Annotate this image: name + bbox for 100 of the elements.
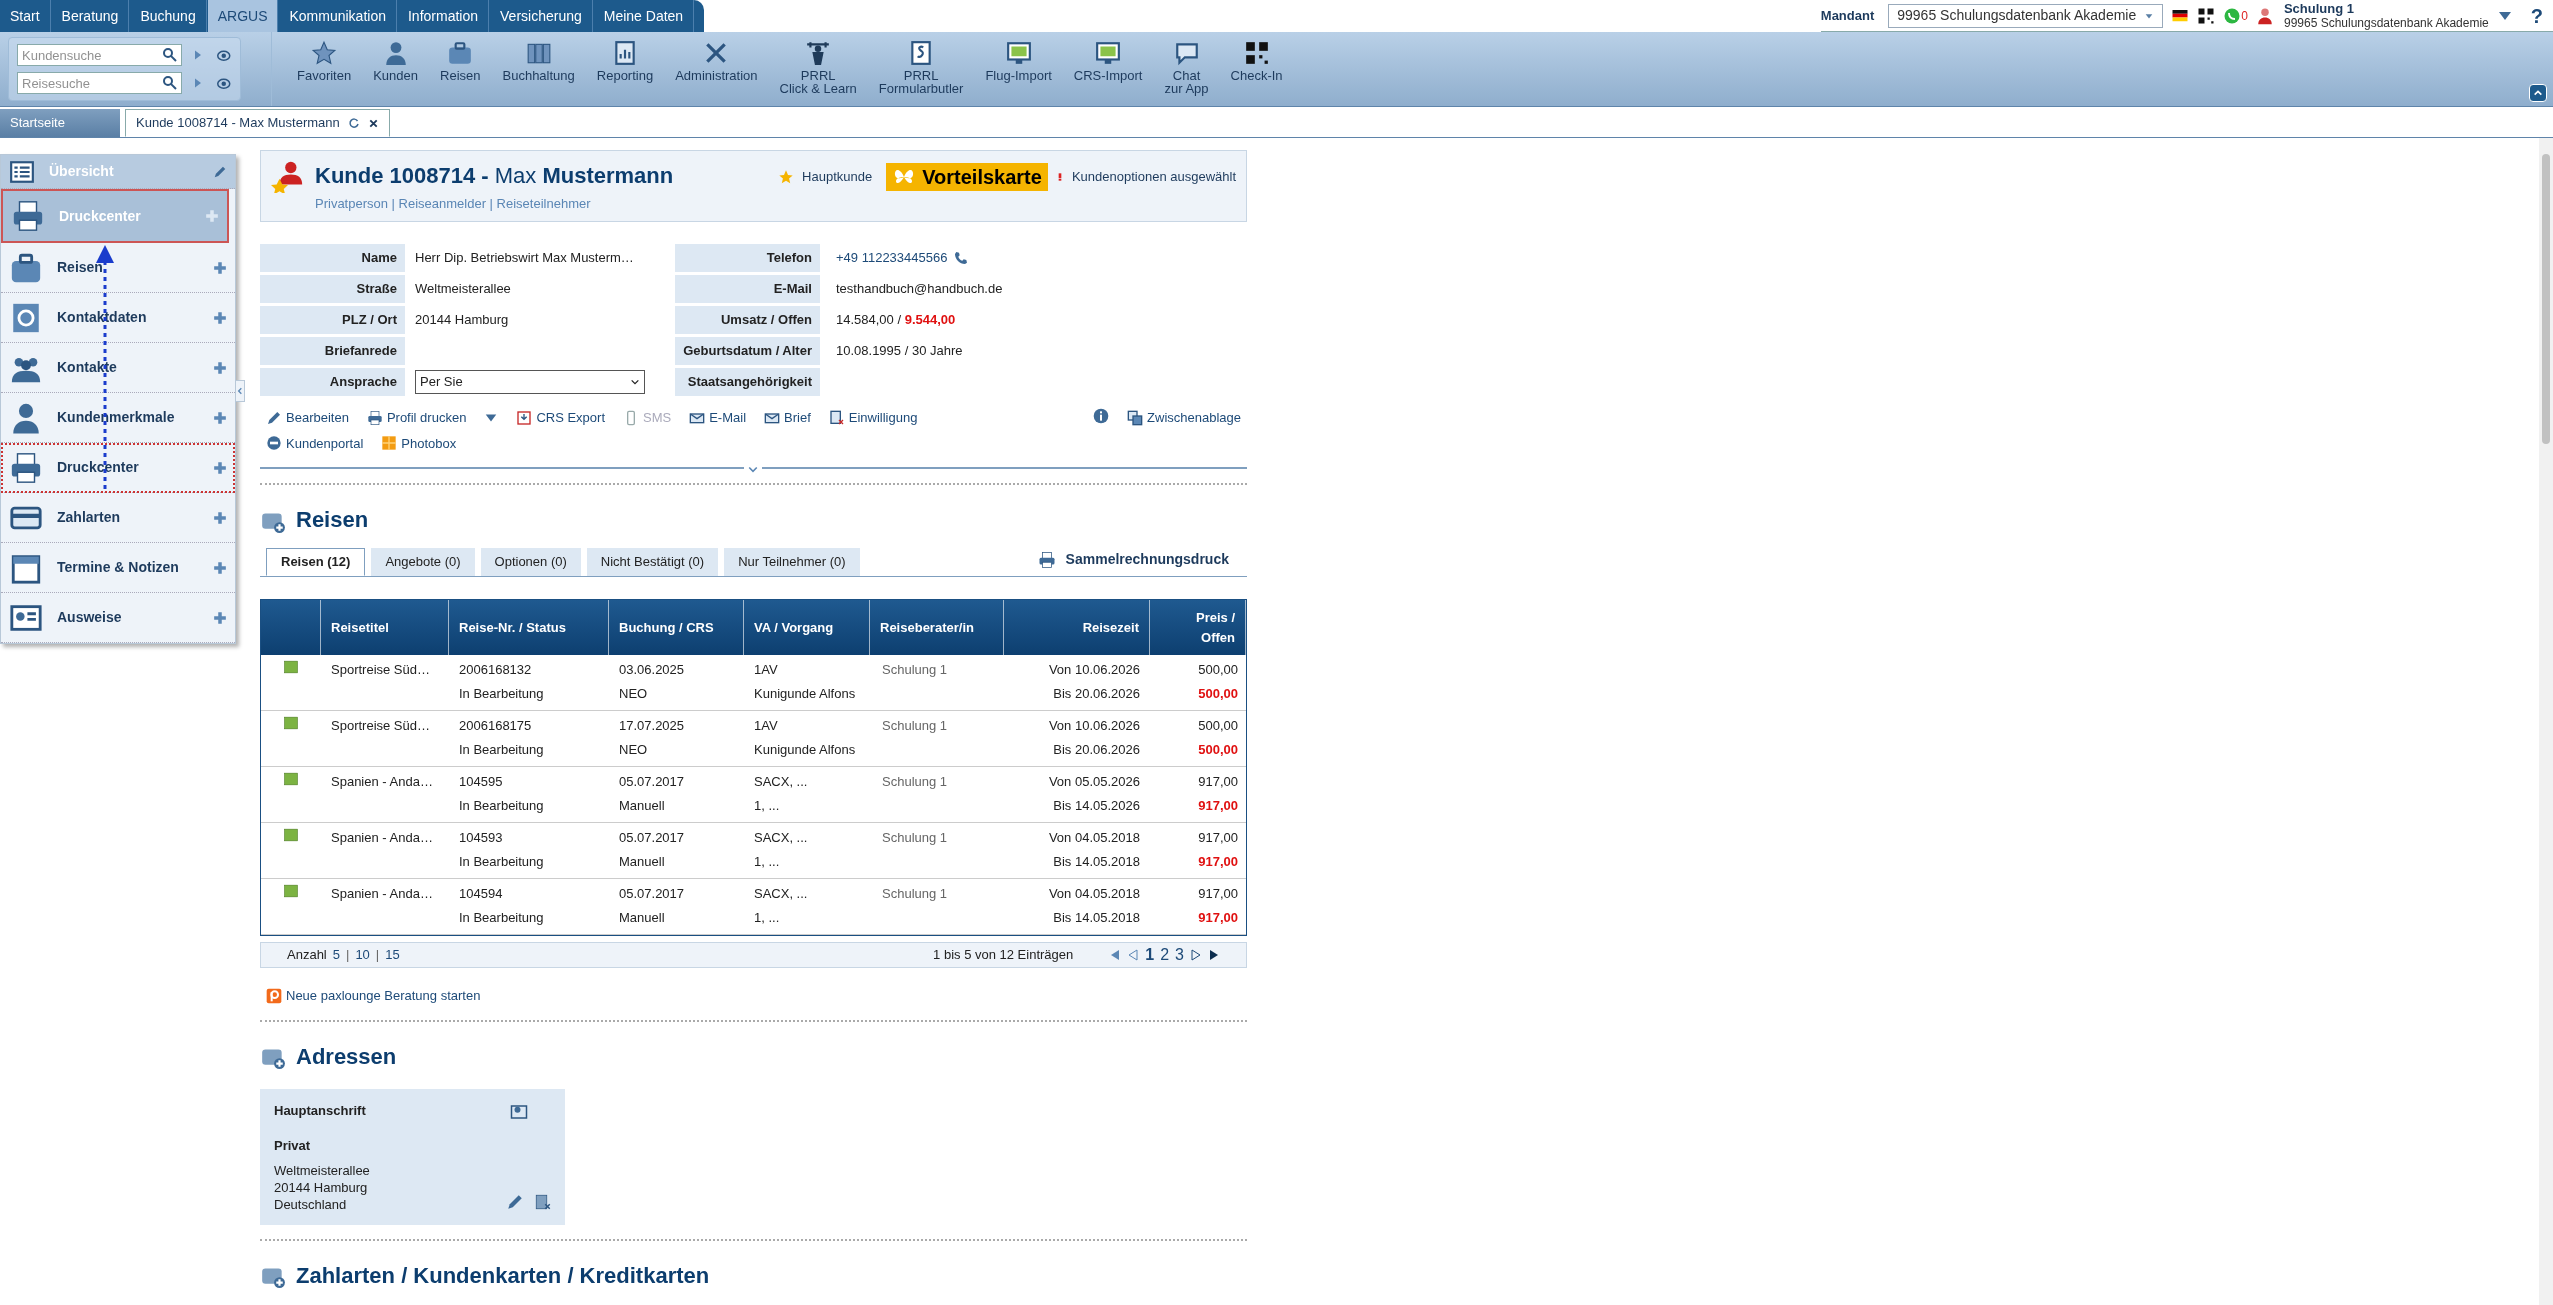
- tab[interactable]: Nur Teilnehmer (0): [724, 548, 860, 576]
- phone-call-icon[interactable]: [953, 250, 970, 266]
- plus-icon[interactable]: [213, 310, 227, 325]
- toolbar-button[interactable]: Reisen: [431, 40, 490, 82]
- photo-grid-icon: [381, 435, 398, 452]
- toolbar-button[interactable]: Favoriten: [288, 40, 361, 82]
- collective-invoice-link[interactable]: Sammelrechnungsdruck: [1037, 549, 1229, 570]
- paxlounge-link[interactable]: Neue paxlounge Beratung starten: [266, 986, 1247, 1006]
- address-line: Deutschland: [274, 1195, 347, 1213]
- chat-bubble-icon[interactable]: [2223, 6, 2242, 25]
- page-link[interactable]: 1: [1145, 943, 1155, 967]
- page-size-link[interactable]: 15: [385, 945, 400, 965]
- sidebar-item[interactable]: Ausweise: [1, 593, 235, 643]
- last-page-icon[interactable]: [1208, 949, 1220, 961]
- delete-icon[interactable]: [534, 1192, 552, 1211]
- action-link[interactable]: Kundenportal: [266, 433, 364, 453]
- plus-icon[interactable]: [213, 510, 227, 525]
- action-link[interactable]: Einwilligung: [828, 408, 918, 428]
- table-cell-text: In Bearbeitung: [459, 797, 545, 815]
- info-icon[interactable]: [1093, 408, 1110, 424]
- p-logo-icon: [266, 987, 282, 1004]
- tab[interactable]: Optionen (0): [480, 548, 581, 576]
- plus-icon[interactable]: [213, 260, 227, 275]
- scrollbar[interactable]: [2539, 138, 2553, 1305]
- action-link[interactable]: Brief: [764, 408, 811, 428]
- page-size-link[interactable]: 5: [332, 945, 340, 965]
- action-link[interactable]: Photobox: [381, 433, 457, 453]
- nav-tab[interactable]: ARGUS: [207, 0, 279, 32]
- page-link[interactable]: 3: [1175, 943, 1184, 967]
- sidebar-item[interactable]: Zahlarten: [1, 493, 235, 543]
- mandant-select[interactable]: 99965 Schulungsdatenbank Akademie: [1888, 3, 2164, 28]
- page-link[interactable]: 2: [1160, 943, 1170, 967]
- toolbar-button[interactable]: Chat zur App: [1155, 40, 1218, 95]
- tab[interactable]: Reisen (12): [266, 548, 366, 576]
- customer-options-link[interactable]: Kundenoptionen ausgewählt: [1071, 167, 1236, 187]
- help-button[interactable]: ?: [2530, 0, 2543, 31]
- toolbar-button[interactable]: PRRL Click & Learn: [770, 40, 866, 95]
- sidebar-item[interactable]: Kontakte: [1, 343, 235, 393]
- field-label: Straße: [260, 275, 405, 303]
- table-cell: Schulung 1: [882, 886, 948, 901]
- salutation-select[interactable]: Per Sie: [415, 370, 645, 394]
- next-page-icon[interactable]: [1190, 949, 1202, 961]
- collapse-button[interactable]: [2529, 84, 2547, 102]
- toolbar-button[interactable]: Administration: [666, 40, 767, 82]
- column-header[interactable]: VA / Vorgang: [744, 600, 870, 655]
- clipboard-link[interactable]: Zwischenablage: [1127, 408, 1241, 428]
- monitor-icon: [1095, 40, 1122, 66]
- table-cell-text: Manuell: [619, 853, 666, 871]
- field-value[interactable]: +49 112233445566: [836, 248, 948, 268]
- toolbar-button[interactable]: PRRL Formularbutler: [869, 40, 973, 95]
- toolbar-button[interactable]: CRS-Import: [1064, 40, 1152, 82]
- plus-icon[interactable]: [213, 360, 227, 375]
- table-cell-text: 917,00: [1198, 885, 1238, 903]
- column-header[interactable]: Reise-Nr. / Status: [449, 600, 609, 655]
- chat-icon: [1173, 40, 1200, 66]
- toolbar-button[interactable]: Buchhaltung: [493, 40, 584, 82]
- sidebar-item[interactable]: Kontaktdaten: [1, 293, 235, 343]
- action-link[interactable]: Profil drucken: [366, 408, 467, 428]
- qr-code-icon[interactable]: [2197, 6, 2216, 25]
- sidebar-item[interactable]: Termine & Notizen: [1, 543, 235, 593]
- table-cell-text: 500,00: [1198, 717, 1238, 735]
- document-tab[interactable]: Kunde 1008714 - Max Mustermann: [125, 109, 390, 137]
- action-link[interactable]: E-Mail: [689, 408, 747, 428]
- column-header[interactable]: Reisetitel: [321, 600, 449, 655]
- user-organization: 99965 Schulungsdatenbank Akademie: [2283, 15, 2489, 30]
- column-header[interactable]: Buchung / CRS: [609, 600, 744, 655]
- plus-icon[interactable]: [213, 410, 227, 425]
- table-cell-text: 917,00: [1198, 909, 1238, 927]
- field-value: testhandbuch@handbuch.de: [836, 280, 1003, 299]
- plus-icon[interactable]: [213, 460, 227, 475]
- printer-icon: [1037, 550, 1056, 569]
- tab[interactable]: Angebote (0): [371, 548, 475, 576]
- collapse-handle[interactable]: [235, 380, 245, 402]
- column-header[interactable]: Reiseberater/in: [870, 600, 1004, 655]
- action-link[interactable]: CRS Export: [516, 408, 605, 428]
- column-header[interactable]: Preis / Offen: [1150, 600, 1246, 655]
- plus-icon[interactable]: [213, 610, 227, 625]
- page-size-link[interactable]: 10: [355, 945, 370, 965]
- action-link[interactable]: Bearbeiten: [266, 408, 349, 428]
- table-cell-text: Bis 14.05.2018: [1053, 909, 1140, 927]
- sidebar-item[interactable]: Kundenmerkmale: [1, 393, 235, 443]
- table-cell-text: 1, ...: [754, 797, 781, 815]
- toolbar-button[interactable]: Check-In: [1221, 40, 1292, 82]
- first-page-icon[interactable]: [1109, 949, 1122, 961]
- plus-icon[interactable]: [213, 560, 227, 575]
- toolbar-button[interactable]: Kunden: [364, 40, 428, 82]
- toolbar-button[interactable]: Flug-Import: [976, 40, 1061, 82]
- printer-icon: [9, 450, 43, 485]
- table-cell-text: Von 04.05.2018: [1048, 885, 1140, 903]
- column-header[interactable]: Reisezeit: [1004, 600, 1150, 655]
- customer-roles: Privatperson | Reiseanmelder | Reiseteilnehmer: [315, 195, 592, 213]
- tab[interactable]: Nicht Bestätigt (0): [586, 548, 719, 576]
- map-icon[interactable]: [510, 1102, 528, 1121]
- table-cell-text: 1AV: [754, 717, 779, 735]
- toolbar-button[interactable]: Reporting: [587, 40, 663, 82]
- previous-page-icon[interactable]: [1127, 949, 1140, 961]
- pencil-icon[interactable]: [213, 164, 227, 179]
- table-cell-text: 1, ...: [754, 909, 781, 927]
- sidebar-item[interactable]: Druckcenter: [1, 443, 235, 493]
- user-icon[interactable]: [2255, 6, 2274, 25]
